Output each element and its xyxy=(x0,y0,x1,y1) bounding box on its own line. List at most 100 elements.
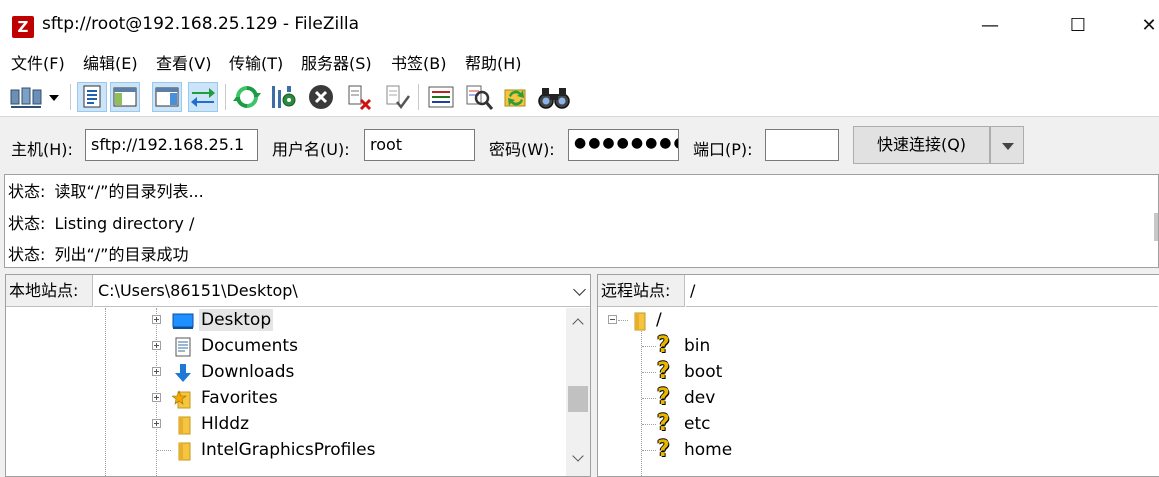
remote-path-input[interactable]: / xyxy=(686,275,1158,307)
log-line: 状态: 列出“/”的目录成功 xyxy=(8,241,188,265)
unknown-question-icon: ? xyxy=(657,411,670,436)
expand-icon[interactable] xyxy=(152,367,161,376)
unknown-question-icon: ? xyxy=(657,359,670,384)
synchronized-browsing-button[interactable] xyxy=(501,82,531,112)
local-tree-scrollbar[interactable] xyxy=(566,308,590,476)
menu-transfer[interactable]: 传输(T) xyxy=(229,52,283,76)
menu-bar: 文件(F) 编辑(E) 查看(V) 传输(T) 服务器(S) 书签(B) 帮助(… xyxy=(0,50,1159,78)
directory-filter-icon xyxy=(428,86,454,108)
host-label: 主机(H): xyxy=(11,140,73,159)
tree-item-label: bin xyxy=(684,336,711,356)
toolbar xyxy=(0,78,1159,116)
cancel-operation-button[interactable] xyxy=(306,82,336,112)
tree-connector xyxy=(642,450,656,452)
username-input[interactable]: root xyxy=(364,129,475,161)
tree-row-home[interactable]: ? home xyxy=(598,438,1158,464)
menu-help[interactable]: 帮助(H) xyxy=(465,52,522,76)
menu-bookmarks[interactable]: 书签(B) xyxy=(391,52,446,76)
disconnect-icon xyxy=(348,85,372,111)
downloads-icon xyxy=(175,364,191,382)
local-tree-icon xyxy=(113,87,137,107)
synchronized-browsing-icon xyxy=(504,89,526,107)
tree-connector xyxy=(642,424,656,426)
documents-icon xyxy=(175,337,191,357)
process-queue-button[interactable] xyxy=(268,82,298,112)
tree-item-label: / xyxy=(656,310,662,330)
local-directory-tree: Desktop Documents Downloads Favorites Hl… xyxy=(6,308,590,476)
refresh-icon xyxy=(233,86,261,108)
expand-icon[interactable] xyxy=(152,315,161,324)
site-manager-button[interactable] xyxy=(8,82,64,112)
scroll-down-arrow-icon[interactable] xyxy=(566,448,590,472)
tree-item-label: Hlddz xyxy=(201,414,250,434)
search-remote-files-button[interactable] xyxy=(537,82,571,112)
toggle-transfer-queue-button[interactable] xyxy=(188,82,218,112)
directory-filter-button[interactable] xyxy=(426,82,456,112)
tree-row-documents[interactable]: Documents xyxy=(6,334,566,360)
menu-file[interactable]: 文件(F) xyxy=(11,52,65,76)
tree-row-etc[interactable]: ? etc xyxy=(598,412,1158,438)
collapse-icon[interactable] xyxy=(608,315,617,324)
process-queue-icon xyxy=(272,86,296,108)
local-site-panel: 本地站点: C:\Users\86151\Desktop\ Desktop Do… xyxy=(5,274,591,477)
tree-row-root[interactable]: / xyxy=(598,308,1158,334)
refresh-button[interactable] xyxy=(232,82,262,112)
remote-site-label: 远程站点: xyxy=(598,275,685,307)
unknown-question-icon: ? xyxy=(657,437,670,462)
title-bar: Z sftp://root@192.168.25.129 - FileZilla… xyxy=(0,0,1159,50)
toolbar-separator xyxy=(225,84,226,110)
tree-item-label: Favorites xyxy=(201,388,278,408)
tree-connector xyxy=(642,372,656,374)
maximize-button[interactable]: ☐ xyxy=(1058,14,1098,38)
tree-item-label: boot xyxy=(684,362,723,382)
close-button[interactable]: ✕ xyxy=(1129,14,1159,38)
reconnect-button[interactable] xyxy=(382,82,412,112)
port-input[interactable] xyxy=(765,129,839,161)
tree-connector xyxy=(642,346,656,348)
filezilla-app-icon: Z xyxy=(12,16,34,38)
tree-row-dev[interactable]: ? dev xyxy=(598,386,1158,412)
expand-icon[interactable] xyxy=(152,393,161,402)
tree-connector xyxy=(157,450,171,452)
window-title: sftp://root@192.168.25.129 - FileZilla xyxy=(42,14,360,34)
unknown-question-icon: ? xyxy=(657,333,670,358)
tree-item-label: Downloads xyxy=(201,362,295,382)
local-path-combo[interactable]: C:\Users\86151\Desktop\ xyxy=(94,275,590,307)
host-input[interactable]: sftp://192.168.25.1 xyxy=(85,129,258,161)
menu-edit[interactable]: 编辑(E) xyxy=(83,52,138,76)
scroll-up-arrow-icon[interactable] xyxy=(566,310,590,334)
expand-icon[interactable] xyxy=(152,341,161,350)
site-manager-icon xyxy=(10,87,59,108)
toggle-message-log-button[interactable] xyxy=(77,82,107,112)
tree-item-label: Desktop xyxy=(199,309,274,331)
tree-row-favorites[interactable]: Favorites xyxy=(6,386,566,412)
toolbar-separator xyxy=(418,84,419,110)
quickconnect-button[interactable]: 快速连接(Q) xyxy=(853,126,990,164)
tree-row-bin[interactable]: ? bin xyxy=(598,334,1158,360)
tree-row-hlddz[interactable]: Hlddz xyxy=(6,412,566,438)
expand-icon[interactable] xyxy=(152,419,161,428)
disconnect-button[interactable] xyxy=(344,82,374,112)
tree-row-desktop[interactable]: Desktop xyxy=(6,308,566,334)
tree-connector xyxy=(642,398,656,400)
tree-row-downloads[interactable]: Downloads xyxy=(6,360,566,386)
menu-server[interactable]: 服务器(S) xyxy=(301,52,372,76)
tree-row-intelgraphicsprofiles[interactable]: IntelGraphicsProfiles xyxy=(6,438,566,464)
toggle-comparison-button[interactable] xyxy=(464,82,494,112)
toggle-local-tree-button[interactable] xyxy=(110,82,140,112)
tree-item-label: home xyxy=(684,440,733,460)
password-input[interactable]: ●●●●●●●● xyxy=(568,129,679,161)
message-log[interactable]: 状态: 读取“/”的目录列表... 状态: Listing directory … xyxy=(4,174,1159,268)
quickconnect-dropdown-button[interactable] xyxy=(990,126,1024,164)
log-scrollbar[interactable] xyxy=(1154,213,1158,241)
toggle-remote-tree-button[interactable] xyxy=(152,82,182,112)
minimize-button[interactable]: — xyxy=(970,14,1010,38)
menu-view[interactable]: 查看(V) xyxy=(156,52,211,76)
log-text: Listing directory / xyxy=(54,214,195,233)
remote-site-panel: 远程站点: / / ? bin ? boot ? dev ? etc ? hom… xyxy=(597,274,1159,477)
scroll-thumb[interactable] xyxy=(568,386,588,412)
tree-row-boot[interactable]: ? boot xyxy=(598,360,1158,386)
log-text: 读取“/”的目录列表... xyxy=(54,182,204,201)
remote-directory-tree: / ? bin ? boot ? dev ? etc ? home xyxy=(598,308,1159,476)
chevron-down-icon[interactable] xyxy=(573,283,586,296)
